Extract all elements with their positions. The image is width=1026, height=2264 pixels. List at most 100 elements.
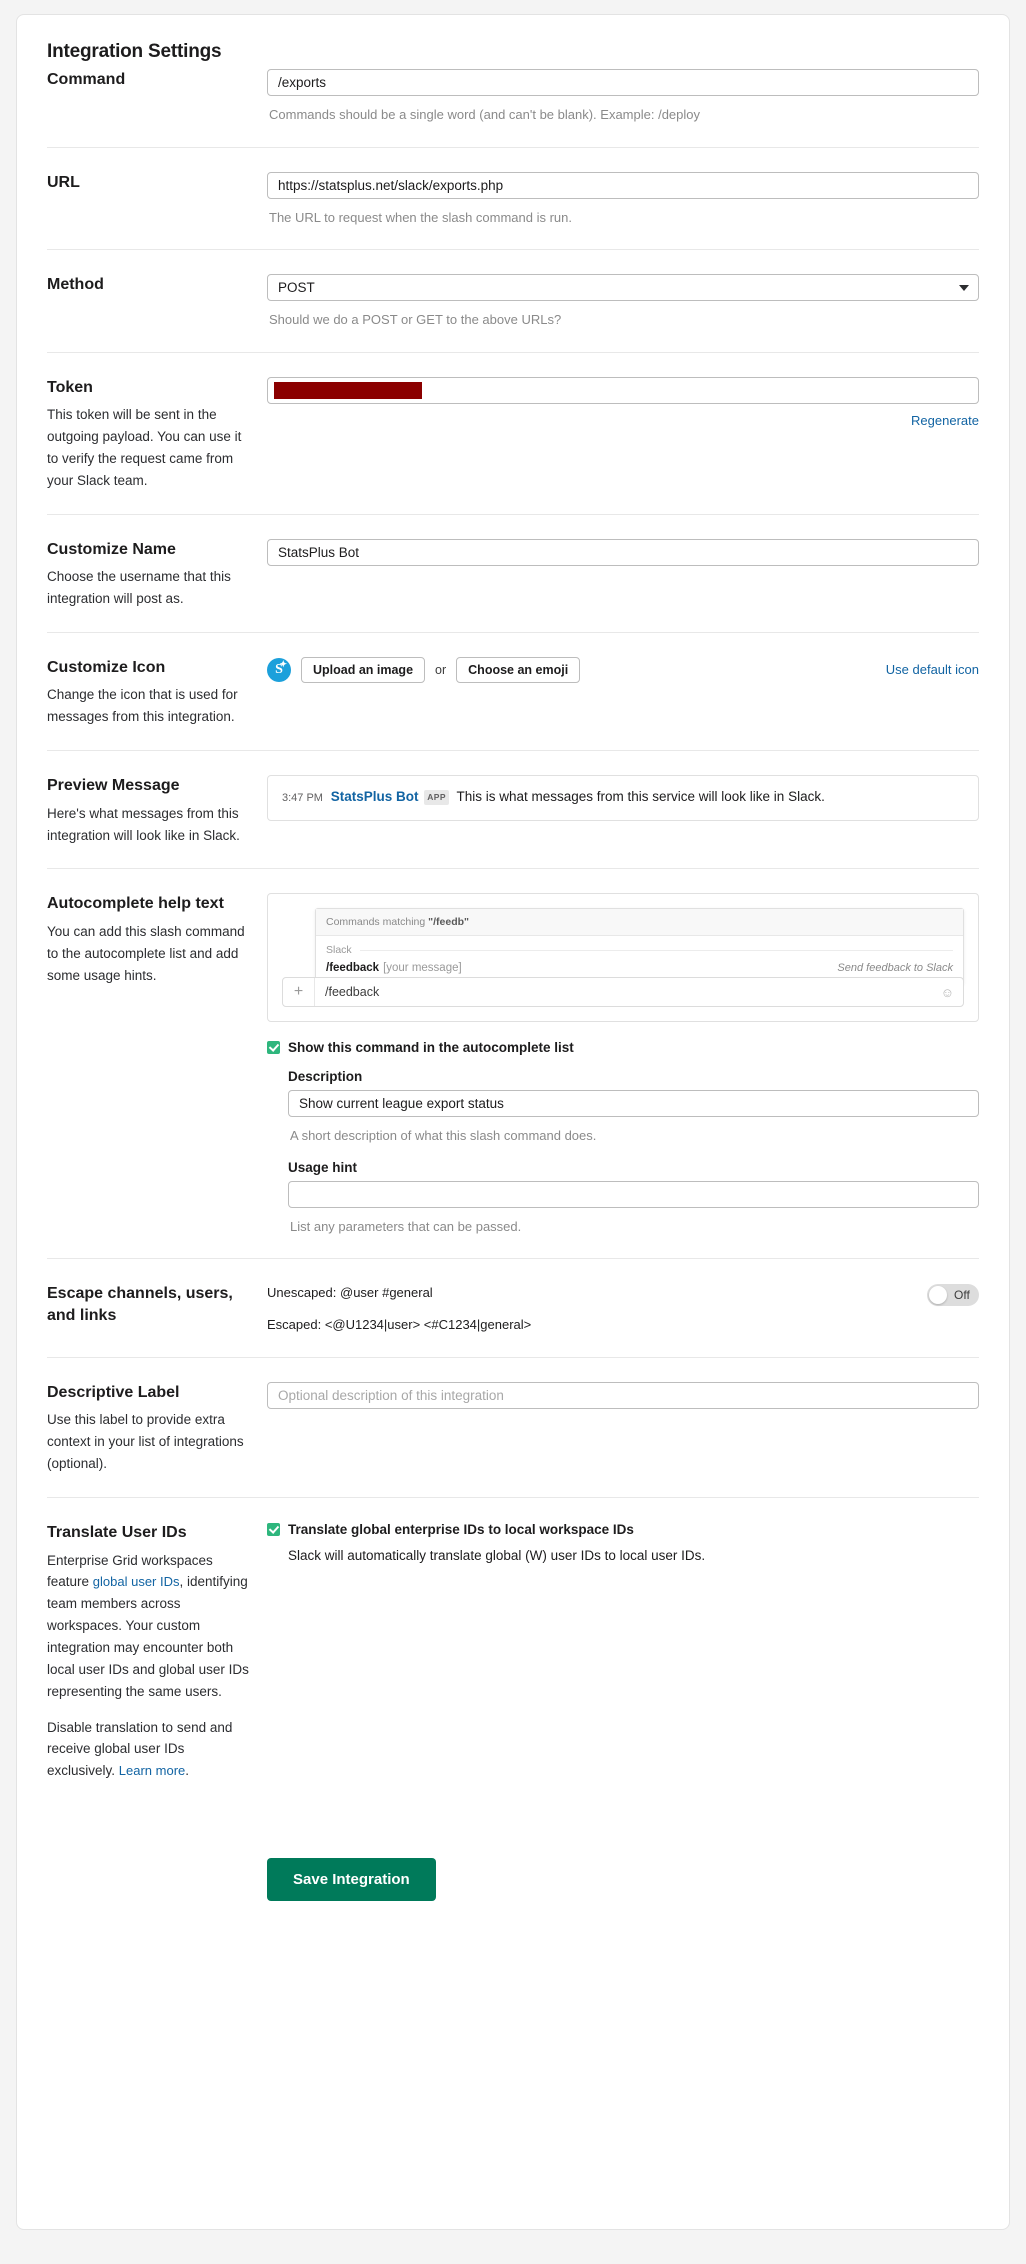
- escape-row: Escape channels, users, and links Unesca…: [47, 1258, 979, 1356]
- autocomplete-label: Autocomplete help text: [47, 895, 224, 913]
- autocomplete-group-name: Slack: [326, 944, 352, 957]
- translate-user-ids-row: Translate User IDs Enterprise Grid works…: [47, 1496, 979, 1818]
- customize-icon-label: Customize Icon: [47, 658, 166, 676]
- method-select[interactable]: POST: [267, 274, 979, 301]
- escape-content: Unescaped: @user #general Escaped: <@U12…: [267, 1283, 979, 1334]
- toggle-state-label: Off: [954, 1288, 970, 1303]
- descriptive-label-input[interactable]: [267, 1381, 979, 1409]
- translate-note: Slack will automatically translate globa…: [288, 1547, 706, 1563]
- upload-image-button[interactable]: Upload an image: [301, 656, 426, 683]
- token-row: Token This token will be sent in the out…: [47, 351, 979, 514]
- plus-icon[interactable]: +: [283, 978, 315, 1007]
- method-helper: Should we do a POST or GET to the above …: [269, 312, 562, 327]
- usage-hint-label: Usage hint: [288, 1159, 358, 1175]
- description-input[interactable]: [288, 1090, 979, 1118]
- translate-label: Translate User IDs: [47, 1523, 187, 1541]
- url-input[interactable]: [267, 171, 979, 199]
- token-input[interactable]: [267, 376, 979, 404]
- preview-helper: Here's what messages from this integrati…: [47, 805, 240, 843]
- divider: [359, 949, 953, 951]
- autocomplete-popup: Commands matching "/feedb" Slack /feedba…: [315, 908, 964, 986]
- regenerate-link[interactable]: Regenerate: [911, 413, 979, 428]
- autocomplete-group: Slack: [316, 936, 963, 959]
- escape-toggle[interactable]: Off: [927, 1284, 979, 1307]
- command-row: Command Commands should be a single word…: [47, 67, 979, 147]
- icon-controls: S ✦ Upload an image or Choose an emoji U…: [267, 656, 979, 683]
- translate-checkbox[interactable]: [267, 1522, 280, 1536]
- command-left: Command: [47, 69, 267, 91]
- method-left: Method: [47, 274, 267, 296]
- autocomplete-mock: Commands matching "/feedb" Slack /feedba…: [267, 893, 979, 1023]
- preview-message-line: 3:47 PM StatsPlus Bot APP This is what m…: [282, 787, 964, 808]
- token-helper: This token will be sent in the outgoing …: [47, 407, 242, 488]
- autocomplete-helper: You can add this slash command to the au…: [47, 924, 245, 983]
- use-default-icon-link[interactable]: Use default icon: [886, 662, 979, 677]
- autocomplete-header-text: Commands matching: [326, 916, 429, 929]
- autocomplete-fields: Description A short description of what …: [288, 1069, 979, 1236]
- save-integration-button[interactable]: Save Integration: [267, 1858, 436, 1902]
- bot-avatar-icon: S ✦: [267, 657, 291, 682]
- preview-left: Preview Message Here's what messages fro…: [47, 775, 267, 846]
- smiley-icon[interactable]: ☺: [941, 985, 963, 1000]
- escape-unescaped-line: Unescaped: @user #general: [267, 1285, 433, 1301]
- page-background: Integration Settings Command Commands sh…: [0, 0, 1026, 2264]
- method-label: Method: [47, 276, 104, 293]
- preview-message-box: 3:47 PM StatsPlus Bot APP This is what m…: [267, 775, 979, 822]
- translate-helper-paragraph-2: Disable translation to send and receive …: [47, 1717, 253, 1783]
- save-section: Save Integration: [47, 1818, 979, 1911]
- preview-label: Preview Message: [47, 777, 180, 795]
- integration-settings-card: Integration Settings Command Commands sh…: [16, 14, 1010, 2230]
- descriptive-label-left: Descriptive Label Use this label to prov…: [47, 1382, 267, 1475]
- global-user-ids-link[interactable]: global user IDs: [93, 1574, 180, 1589]
- method-selected-value: POST: [278, 280, 315, 295]
- url-left: URL: [47, 172, 267, 194]
- autocomplete-popup-header: Commands matching "/feedb": [316, 909, 963, 937]
- customize-name-input[interactable]: [267, 538, 979, 566]
- method-select-wrap: POST: [267, 274, 979, 301]
- customize-icon-left: Customize Icon Change the icon that is u…: [47, 657, 267, 728]
- url-row: URL The URL to request when the slash co…: [47, 146, 979, 250]
- url-right: The URL to request when the slash comman…: [267, 171, 979, 228]
- method-row: Method POST Should we do a POST or GET t…: [47, 249, 979, 352]
- command-right: Commands should be a single word (and ca…: [267, 69, 979, 125]
- avatar-badge-icon: ✦: [279, 658, 287, 669]
- description-helper: A short description of what this slash c…: [290, 1128, 597, 1144]
- chevron-down-icon: [959, 284, 969, 291]
- translate-checkbox-label: Translate global enterprise IDs to local…: [288, 1521, 634, 1537]
- descriptive-label-helper: Use this label to provide extra context …: [47, 1412, 244, 1472]
- customize-icon-right: S ✦ Upload an image or Choose an emoji U…: [267, 656, 979, 683]
- translate-checkbox-row[interactable]: Translate global enterprise IDs to local…: [267, 1522, 979, 1537]
- autocomplete-row: Autocomplete help text You can add this …: [47, 868, 979, 1258]
- autocomplete-left: Autocomplete help text You can add this …: [47, 893, 267, 986]
- choose-emoji-button[interactable]: Choose an emoji: [456, 656, 581, 683]
- preview-sender-name: StatsPlus Bot: [330, 789, 419, 805]
- preview-message-row: Preview Message Here's what messages fro…: [47, 750, 979, 868]
- customize-name-helper: Choose the username that this integratio…: [47, 569, 231, 606]
- translate-helper-part2: , identifying team members across worksp…: [47, 1574, 249, 1699]
- token-right: Regenerate: [267, 376, 979, 428]
- url-label: URL: [47, 173, 80, 191]
- composer-input-text[interactable]: /feedback: [315, 985, 941, 999]
- token-label: Token: [47, 378, 93, 396]
- command-label: Command: [47, 71, 126, 88]
- usage-hint-helper: List any parameters that can be passed.: [290, 1218, 522, 1234]
- learn-more-link[interactable]: Learn more: [119, 1763, 185, 1778]
- show-in-autocomplete-checkbox-row[interactable]: Show this command in the autocomplete li…: [267, 1040, 979, 1055]
- customize-name-row: Customize Name Choose the username that …: [47, 513, 979, 632]
- customize-icon-row: Customize Icon Change the icon that is u…: [47, 631, 979, 750]
- customize-name-right: [267, 538, 979, 566]
- usage-hint-input[interactable]: [288, 1180, 979, 1208]
- autocomplete-item-arg: [your message]: [383, 962, 462, 975]
- translate-helper-paragraph-1: Enterprise Grid workspaces feature globa…: [47, 1550, 253, 1703]
- show-in-autocomplete-label: Show this command in the autocomplete li…: [288, 1040, 574, 1056]
- show-in-autocomplete-checkbox[interactable]: [267, 1041, 280, 1055]
- autocomplete-composer[interactable]: + /feedback ☺: [282, 977, 964, 1008]
- descriptive-label-title: Descriptive Label: [47, 1383, 180, 1401]
- customize-name-left: Customize Name Choose the username that …: [47, 539, 267, 610]
- method-right: POST Should we do a POST or GET to the a…: [267, 274, 979, 330]
- page-title: Integration Settings: [47, 41, 222, 62]
- escape-left: Escape channels, users, and links: [47, 1283, 267, 1326]
- command-input[interactable]: [267, 69, 979, 96]
- preview-message-text: This is what messages from this service …: [456, 789, 825, 805]
- command-helper: Commands should be a single word (and ca…: [269, 107, 700, 122]
